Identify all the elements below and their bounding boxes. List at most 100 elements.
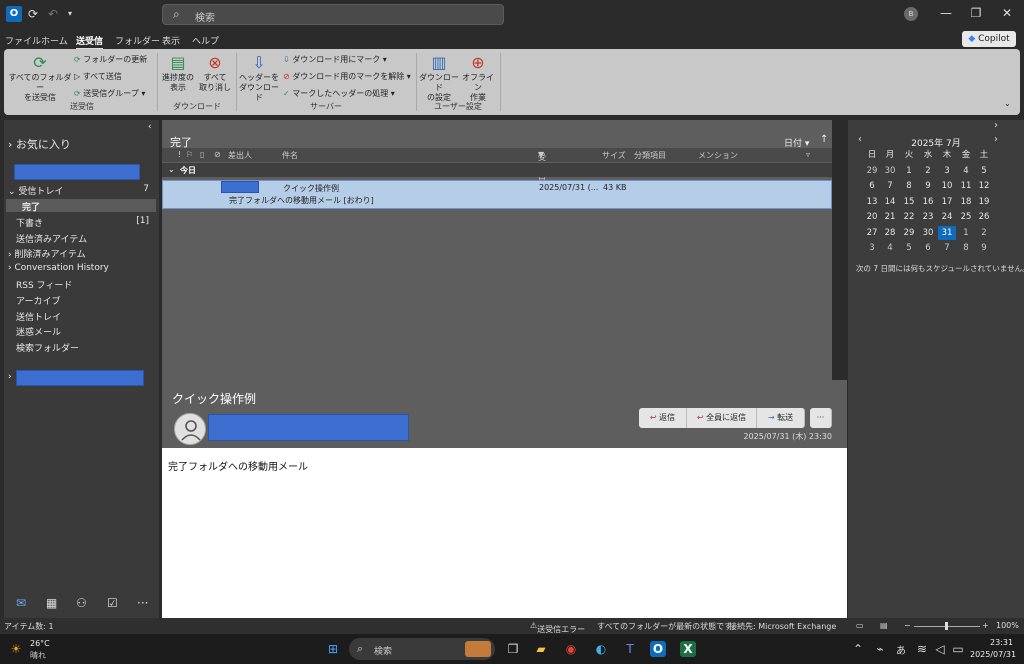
cancel-all-button[interactable]: ⊗ すべて 取り消し	[196, 53, 234, 93]
col-size[interactable]: サイズ	[602, 150, 626, 161]
tray-overflow-icon[interactable]: ⌃	[850, 641, 866, 657]
calendar-day[interactable]: 5	[975, 164, 993, 178]
nav-outbox[interactable]: 送信トレイ	[16, 310, 61, 323]
people-icon[interactable]: ⚇	[76, 596, 87, 610]
close-todo-bar-icon[interactable]: ›	[994, 120, 998, 131]
calendar-day[interactable]: 11	[957, 179, 975, 193]
menu-file[interactable]: ファイル	[5, 34, 41, 47]
calendar-day[interactable]: 1	[957, 226, 975, 240]
calendar-day[interactable]: 10	[938, 179, 956, 193]
calendar-day[interactable]: 30	[881, 164, 899, 178]
account-name-redacted[interactable]	[14, 164, 140, 180]
calendar-day[interactable]: 5	[900, 241, 918, 255]
nav-search-folders[interactable]: 検索フォルダー	[16, 341, 79, 354]
nav-sent[interactable]: 送信済みアイテム	[16, 232, 87, 245]
excel-icon[interactable]: X	[680, 641, 696, 657]
sort-direction-icon[interactable]: ↑	[820, 134, 828, 145]
menu-view[interactable]: 表示	[162, 34, 180, 47]
battery-icon[interactable]: ▭	[950, 641, 966, 657]
more-apps-icon[interactable]: ···	[137, 596, 148, 610]
download-settings-button[interactable]: ▥ ダウンロード の設定	[418, 53, 460, 103]
zoom-slider-thumb[interactable]	[945, 622, 948, 630]
second-account-redacted[interactable]	[16, 370, 144, 386]
attachment-column-icon[interactable]: ⊘	[214, 150, 221, 159]
mark-download-button[interactable]: ⇩ ダウンロード用にマーク ▾	[283, 54, 387, 65]
nav-deleted[interactable]: › 削除済みアイテム	[8, 247, 86, 260]
calendar-day[interactable]: 4	[881, 241, 899, 255]
calendar-day[interactable]: 25	[957, 210, 975, 224]
chrome-icon[interactable]: ◉	[563, 641, 579, 657]
reminder-column-icon[interactable]: ⚐	[186, 150, 193, 159]
filter-icon[interactable]: ▿	[806, 150, 810, 159]
calendar-day[interactable]: 8	[900, 179, 918, 193]
calendar-day[interactable]: 16	[919, 195, 937, 209]
taskbar-search[interactable]: ⌕ 検索	[349, 638, 495, 660]
calendar-day[interactable]: 31	[938, 225, 956, 240]
reading-view-icon[interactable]: ▤	[880, 621, 888, 630]
unmark-download-button[interactable]: ⊘ ダウンロード用のマークを解除 ▾	[283, 71, 411, 82]
copilot-button[interactable]: ◆ Copilot	[962, 31, 1016, 47]
forward-button[interactable]: → 転送	[757, 408, 805, 428]
ime-indicator[interactable]: あ	[896, 642, 906, 657]
col-mention[interactable]: メンション	[698, 150, 738, 161]
menu-home[interactable]: ホーム	[41, 34, 68, 47]
clock-date[interactable]: 2025/07/31	[970, 650, 1016, 659]
icon-column-icon[interactable]: ▯	[200, 150, 204, 159]
volume-icon[interactable]: ◁	[932, 641, 948, 657]
sync-icon[interactable]: ⟳	[28, 7, 38, 21]
update-folder-button[interactable]: ⟳ フォルダーの更新	[74, 54, 147, 65]
calendar-day[interactable]: 3	[863, 241, 881, 255]
collapse-ribbon-icon[interactable]: ⌄	[1004, 99, 1011, 108]
calendar-day[interactable]: 20	[863, 210, 881, 224]
calendar-day[interactable]: 26	[975, 210, 993, 224]
group-header-today[interactable]: ⌄ 今日	[162, 163, 832, 177]
col-category[interactable]: 分類項目	[634, 150, 666, 161]
show-progress-button[interactable]: ▤ 進捗度の 表示	[159, 53, 197, 93]
calendar-day[interactable]: 4	[957, 164, 975, 178]
normal-view-icon[interactable]: ▭	[856, 621, 864, 630]
nav-conversation-history[interactable]: › Conversation History	[8, 263, 109, 273]
quick-access-menu-icon[interactable]: ▾	[68, 9, 72, 18]
calendar-day[interactable]: 12	[975, 179, 993, 193]
calendar-day[interactable]: 2	[975, 226, 993, 240]
calendar-day[interactable]: 2	[919, 164, 937, 178]
col-received[interactable]: 受信日時 ▼	[538, 150, 546, 195]
calendar-day[interactable]: 18	[957, 195, 975, 209]
calendar-day[interactable]: 6	[863, 179, 881, 193]
file-explorer-icon[interactable]: ▰	[533, 641, 549, 657]
download-headers-button[interactable]: ⇩ ヘッダーを ダウンロード	[238, 53, 280, 103]
wifi-icon[interactable]: ≋	[914, 641, 930, 657]
importance-column-icon[interactable]: !	[178, 150, 181, 159]
menu-folder[interactable]: フォルダー	[115, 34, 160, 47]
send-receive-groups-button[interactable]: ⟳ 送受信グループ ▾	[74, 88, 145, 99]
offline-work-button[interactable]: ⊕ オフライン 作業	[459, 53, 497, 103]
calendar-day[interactable]: 30	[919, 226, 937, 240]
maximize-icon[interactable]: ❐	[966, 6, 986, 20]
close-icon[interactable]: ✕	[997, 6, 1017, 20]
message-body[interactable]: 完了フォルダへの移動用メール	[162, 448, 847, 618]
calendar-day[interactable]: 9	[975, 241, 993, 255]
calendar-day[interactable]: 13	[863, 195, 881, 209]
calendar-day[interactable]: 6	[919, 241, 937, 255]
reply-all-button[interactable]: ↩ 全員に返信	[687, 408, 757, 428]
calendar-day[interactable]: 24	[938, 210, 956, 224]
menu-send-receive[interactable]: 送受信	[76, 34, 104, 50]
minimize-icon[interactable]: —	[936, 6, 956, 20]
sender-name-redacted[interactable]	[208, 414, 409, 441]
calendar-day[interactable]: 19	[975, 195, 993, 209]
calendar-day[interactable]: 27	[863, 226, 881, 240]
message-row[interactable]: クイック操作例 2025/07/31 (... 43 KB 完了フォルダへの移動…	[162, 180, 832, 209]
expand-account-icon[interactable]: ›	[8, 372, 12, 382]
calendar-icon[interactable]: ▦	[46, 596, 57, 610]
search-box[interactable]: ⌕ 検索	[162, 4, 504, 25]
nav-archive[interactable]: アーカイブ	[16, 294, 60, 307]
process-marked-button[interactable]: ✓ マークしたヘッダーの処理 ▾	[283, 88, 395, 99]
favorites-header[interactable]: › お気に入り	[8, 136, 71, 152]
weather-icon[interactable]: ☀	[8, 641, 24, 657]
nav-rss[interactable]: RSS フィード	[16, 278, 72, 291]
reply-button[interactable]: ↩ 返信	[639, 408, 687, 428]
zoom-in-icon[interactable]: +	[982, 621, 989, 630]
col-from[interactable]: 差出人	[228, 150, 252, 161]
calendar-day[interactable]: 7	[938, 241, 956, 255]
calendar-day[interactable]: 22	[900, 210, 918, 224]
